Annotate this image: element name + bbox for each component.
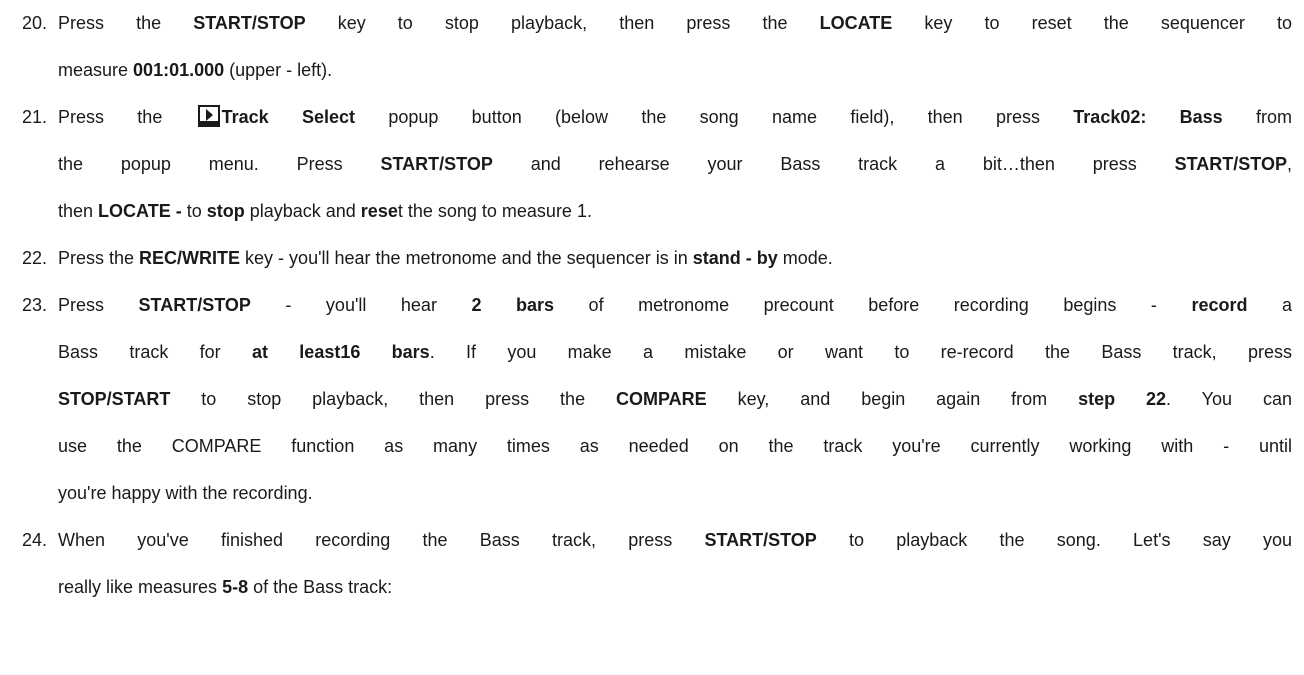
step-23-line-3: STOP/START to stop playback, then press … [58,382,1292,416]
step-number: 24. [22,530,48,550]
emphasis: 5-8 [222,577,249,597]
step-23-line-1: 23. Press START/STOP - you'll hear 2 bars… [22,288,1292,322]
key-name: START/STOP [138,295,251,315]
step-21-line-3: then LOCATE - to stop playback and reset… [58,194,1292,228]
text: of metronome precount before recording b… [554,295,1192,315]
key-name: START/STOP [1174,154,1287,174]
key-name: LOCATE - [98,201,182,221]
text: key to reset the sequencer to [892,13,1292,33]
step-23-line-4: use the COMPARE function as many times a… [58,429,1292,463]
emphasis: step 22 [1078,389,1167,409]
text: a [1247,295,1293,315]
text: mode. [777,248,833,268]
emphasis: 2 bars [471,295,555,315]
key-name: STOP/START [58,389,171,409]
text: (upper - left). [224,60,333,80]
track-name: Track02: Bass [1073,107,1223,127]
emphasis: stop [206,201,245,221]
text: . You can [1166,389,1292,409]
emphasis: rese [360,201,398,221]
text: and rehearse your Bass track a bit…then … [492,154,1175,174]
play-triangle-icon [197,105,220,127]
text: - you'll hear [250,295,472,315]
text: key - you'll hear the metronome and the … [240,248,693,268]
text: t the song to measure 1. [397,201,592,221]
text: then [58,201,99,221]
step-24-line-2: really like measures 5-8 of the Bass tra… [58,570,1292,604]
step-23-line-5: you're happy with the recording. [58,476,1292,510]
text: the popup menu. Press [58,154,381,174]
text: use the COMPARE function as many times a… [58,436,1292,456]
step-24-line-1: 24. When you've finished recording the Ba… [22,523,1292,557]
text: When you've finished recording the Bass … [58,530,705,550]
measure-value: 001:01.000 [133,60,225,80]
step-20-line-2: measure 001:01.000 (upper - left). [58,53,1292,87]
text: Press the [58,13,194,33]
text: measure [58,60,134,80]
key-name: START/STOP [704,530,817,550]
text: playback and [244,201,361,221]
text: you're happy with the recording. [58,483,313,503]
text: of the Bass track: [248,577,393,597]
key-name: REC/WRITE [139,248,241,268]
step-number: 21. [22,107,48,127]
emphasis: stand - by [692,248,778,268]
text: Press [58,295,139,315]
step-21-line-2: the popup menu. Press START/STOP and reh… [58,147,1292,181]
text: to [181,201,207,221]
text: Press the [58,248,140,268]
step-21-line-1: 21. Press the Track Select popup button (… [22,100,1292,134]
key-name: LOCATE [819,13,893,33]
text: to stop playback, then press the [170,389,617,409]
text: from [1222,107,1292,127]
text: to playback the song. Let's say you [816,530,1292,550]
step-number: 23. [22,295,48,315]
step-number: 20. [22,13,48,33]
button-name: Track Select [221,107,356,127]
text: , [1286,154,1292,174]
step-23-line-2: Bass track for at least16 bars. If you m… [58,335,1292,369]
text: key to stop playback, then press the [305,13,820,33]
key-name: START/STOP [193,13,306,33]
text: really like measures [58,577,223,597]
text: key, and begin again from [706,389,1079,409]
step-20-line-1: 20. Press the START/STOP key to stop play… [22,6,1292,40]
emphasis: at least16 bars [251,342,430,362]
text: Press the [58,107,196,127]
text: . If you make a mistake or want to re-re… [429,342,1293,362]
text: Bass track for [58,342,252,362]
document-page: 20. Press the START/STOP key to stop play… [0,0,1304,675]
text: popup button (below the song name field)… [355,107,1074,127]
key-name: START/STOP [380,154,493,174]
step-22-line-1: 22. Press the REC/WRITE key - you'll hear… [22,241,1292,275]
key-name: COMPARE [616,389,707,409]
step-number: 22. [22,248,48,268]
emphasis: record [1191,295,1248,315]
